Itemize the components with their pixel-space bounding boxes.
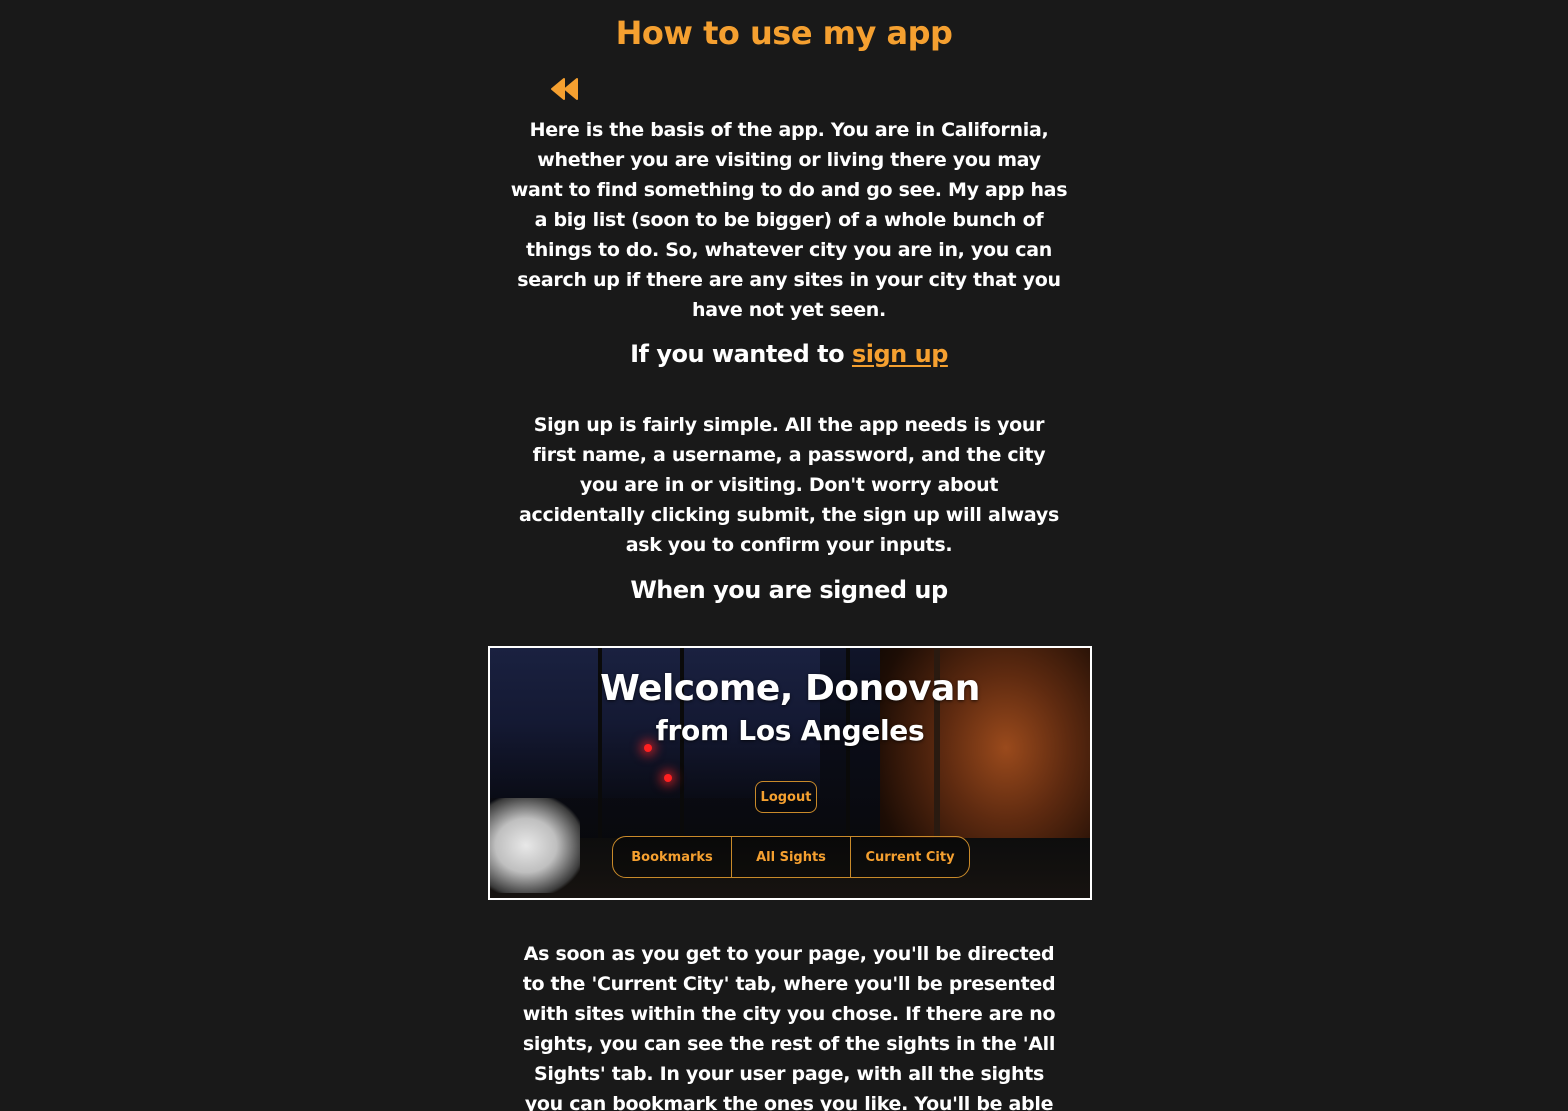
page-title: How to use my app <box>615 14 953 52</box>
how-to-page: How to use my app Here is the basis of t… <box>0 0 1568 1111</box>
screenshot-tab-bar: Bookmarks All Sights Current City <box>612 836 970 878</box>
sign-up-link[interactable]: sign up <box>852 340 948 368</box>
screenshot-tab-current-city: Current City <box>865 849 955 865</box>
signup-heading: If you wanted to sign up <box>0 340 1568 368</box>
screenshot-tab-all-sights: All Sights <box>732 837 851 877</box>
back-button[interactable] <box>550 76 580 102</box>
screenshot-car <box>490 798 580 893</box>
screenshot-logout-button: Logout <box>755 781 817 813</box>
screenshot-traffic-light <box>664 774 672 782</box>
signup-paragraph: Sign up is fairly simple. All the app ne… <box>519 414 1059 556</box>
signed-up-paragraph: As soon as you get to your page, you'll … <box>522 943 1056 1111</box>
user-page-screenshot: Welcome, Donovan from Los Angeles Logout… <box>488 646 1092 900</box>
screenshot-tab-bookmarks: Bookmarks <box>613 837 732 877</box>
screenshot-welcome-text: Welcome, Donovan <box>600 668 980 709</box>
signup-heading-prefix: If you wanted to <box>630 340 852 368</box>
signed-up-heading: When you are signed up <box>630 576 948 604</box>
intro-paragraph: Here is the basis of the app. You are in… <box>510 119 1068 321</box>
rewind-icon <box>551 78 578 100</box>
screenshot-city-text: from Los Angeles <box>655 714 925 747</box>
